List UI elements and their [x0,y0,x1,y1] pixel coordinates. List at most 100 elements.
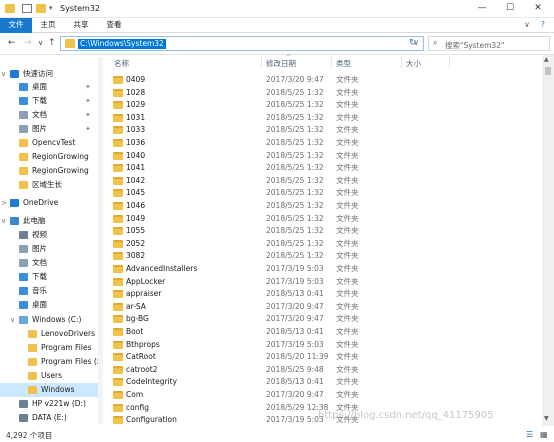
file-row[interactable]: 2052 2018/5/25 1:32 文件夹 [104,238,542,251]
chevron-right-icon[interactable]: > [1,196,7,210]
tab-view[interactable]: 查看 [99,18,129,33]
chevron-down-icon[interactable]: ∨ [1,67,6,81]
file-row[interactable]: 1045 2018/5/25 1:32 文件夹 [104,187,542,200]
scroll-down-icon[interactable]: ▼ [544,415,549,422]
file-row[interactable]: 0409 2017/3/20 9:47 文件夹 [104,74,542,87]
tab-home[interactable]: 主页 [33,18,63,33]
nav-item[interactable]: Program Files (x86) [0,355,98,369]
quick-access-dropdown-icon[interactable]: ▾ [49,4,55,13]
quick-access-properties-icon[interactable] [22,4,32,13]
file-row[interactable]: 1055 2018/5/25 1:32 文件夹 [104,225,542,238]
nav-item[interactable]: DATA (E:) [0,411,98,424]
forward-arrow-icon[interactable]: → [24,38,32,48]
up-arrow-icon[interactable]: ↑ [48,38,56,48]
file-row[interactable]: 1041 2018/5/25 1:32 文件夹 [104,162,542,175]
file-date-modified: 2018/5/25 1:32 [266,175,324,185]
nav-item[interactable]: 下载 ✦ [0,94,98,108]
nav-item[interactable]: 视频 [0,228,98,242]
nav-item[interactable]: > OneDrive [0,196,98,210]
expand-ribbon-icon[interactable]: ∨ [520,18,534,33]
file-row[interactable]: Bthprops 2017/3/19 5:03 文件夹 [104,339,542,352]
details-view-icon[interactable]: ☰ [526,430,533,439]
nav-item[interactable]: Users [0,369,98,383]
address-bar[interactable]: C:\Windows\System32 ∨ [60,36,424,51]
file-row[interactable]: AdvancedInstallers 2017/3/19 5:03 文件夹 [104,263,542,276]
quick-access-new-folder-icon[interactable] [36,4,46,13]
nav-item-label: 下载 [32,96,47,105]
file-row[interactable]: 1031 2018/5/25 1:32 文件夹 [104,112,542,125]
column-divider[interactable] [261,57,262,68]
file-list-scrollbar[interactable]: ▲ ▼ [542,55,554,426]
nav-item[interactable]: ∨ 此电脑 [0,214,98,228]
nav-item[interactable]: Program Files [0,341,98,355]
file-row[interactable]: Boot 2018/5/13 0:41 文件夹 [104,326,542,339]
nav-item[interactable]: LenovoDrivers [0,327,98,341]
column-divider[interactable] [401,57,402,68]
nav-item[interactable]: OpencvTest [0,136,98,150]
column-divider[interactable] [449,57,450,68]
nav-item[interactable]: 桌面 [0,298,98,312]
nav-item[interactable]: 桌面 ✦ [0,80,98,94]
file-row[interactable]: CatRoot 2018/5/20 11:39 文件夹 [104,351,542,364]
explorer-app-icon[interactable] [5,4,15,13]
file-row[interactable]: appraiser 2018/5/13 0:41 文件夹 [104,288,542,301]
nav-item[interactable]: 下载 [0,270,98,284]
nav-item[interactable]: ∨ Windows (C:) [0,313,98,327]
column-divider[interactable] [331,57,332,68]
file-row[interactable]: bg-BG 2017/3/20 9:47 文件夹 [104,313,542,326]
nav-item[interactable]: 图片 [0,242,98,256]
help-icon[interactable]: ? [536,18,550,33]
nav-item[interactable]: 文档 [0,256,98,270]
nav-item[interactable]: RegionGrowing [0,150,98,164]
nav-item[interactable]: 音乐 [0,284,98,298]
navigation-pane-scrollbar[interactable] [98,57,103,424]
scroll-up-icon[interactable]: ▲ [544,56,549,63]
nav-item[interactable]: ∨ 快速访问 [0,67,98,81]
file-name: Configuration [126,415,177,425]
column-size[interactable]: 大小 [406,58,421,69]
nav-item[interactable]: 区域生长 [0,178,98,192]
file-row[interactable]: ar-SA 2017/3/20 9:47 文件夹 [104,301,542,314]
nav-item[interactable]: 文档 ✦ [0,108,98,122]
nav-item[interactable]: HP v221w (D:) [0,397,98,411]
search-input[interactable]: ⌕ 搜索"System32" [428,36,550,51]
file-name: 1029 [126,100,146,110]
large-icons-view-icon[interactable]: ▦ [540,430,548,439]
desktop-icon [19,301,28,309]
file-row[interactable]: 1036 2018/5/25 1:32 文件夹 [104,137,542,150]
column-type[interactable]: 类型 [336,58,351,69]
file-row[interactable]: catroot2 2018/5/25 9:48 文件夹 [104,364,542,377]
nav-item[interactable]: RegionGrowing [0,164,98,178]
close-button[interactable]: ✕ [524,0,552,18]
file-row[interactable]: 1029 2018/5/25 1:32 文件夹 [104,99,542,112]
column-date-modified[interactable]: 修改日期 [266,58,296,69]
nav-item[interactable]: Windows [0,383,98,397]
file-row[interactable]: 1046 2018/5/25 1:32 文件夹 [104,200,542,213]
scrollbar-thumb[interactable] [545,67,551,75]
folder-icon [113,126,123,135]
file-row[interactable]: 1049 2018/5/25 1:32 文件夹 [104,213,542,226]
file-row[interactable]: AppLocker 2017/3/19 5:03 文件夹 [104,276,542,289]
nav-item[interactable]: 图片 ✦ [0,122,98,136]
column-name[interactable]: 名称 [114,58,129,69]
minimize-button[interactable]: — [468,0,496,18]
maximize-button[interactable]: ☐ [496,0,524,18]
back-arrow-icon[interactable]: ← [8,38,16,48]
file-date-modified: 2017/3/20 9:47 [266,390,324,399]
tab-share[interactable]: 共享 [66,18,96,33]
file-row[interactable]: 1042 2018/5/25 1:32 文件夹 [104,175,542,188]
cloud-icon [10,199,19,207]
file-row[interactable]: 1028 2018/5/25 1:32 文件夹 [104,87,542,100]
tab-file[interactable]: 文件 [0,18,32,33]
file-row[interactable]: 3082 2018/5/25 1:32 文件夹 [104,250,542,263]
chevron-down-icon[interactable]: ∨ [1,214,6,228]
file-date-modified: 2018/5/25 1:32 [266,238,324,248]
address-path[interactable]: C:\Windows\System32 [78,39,166,49]
recent-locations-chevron-icon[interactable]: ∨ [38,39,43,47]
file-row[interactable]: 1033 2018/5/25 1:32 文件夹 [104,124,542,137]
file-row[interactable]: CodeIntegrity 2018/5/13 0:41 文件夹 [104,376,542,389]
file-row[interactable]: Com 2017/3/20 9:47 文件夹 [104,389,542,402]
file-row[interactable]: 1040 2018/5/25 1:32 文件夹 [104,150,542,163]
chevron-down-icon[interactable]: ∨ [10,313,15,327]
refresh-icon[interactable]: ↻ [409,38,417,48]
